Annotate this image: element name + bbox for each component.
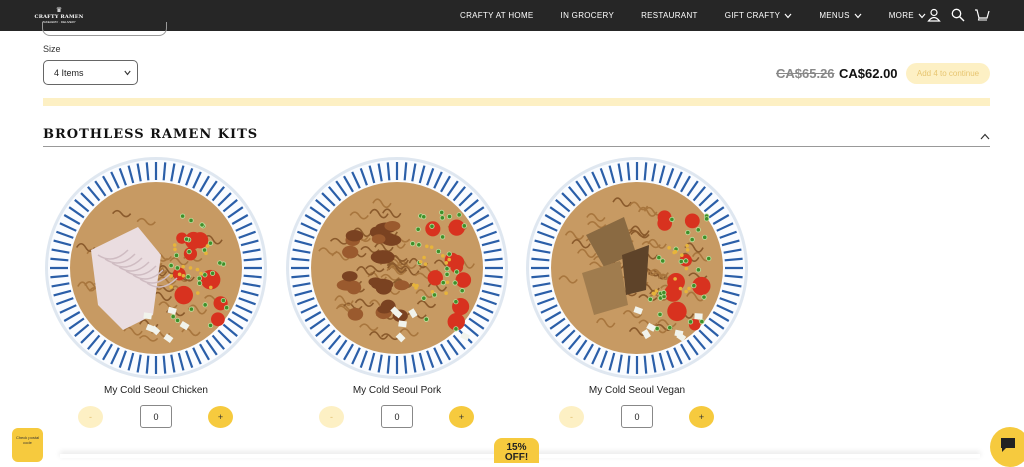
increase-button[interactable]: + [208, 406, 233, 428]
decrease-button[interactable]: - [319, 406, 344, 428]
product-name: My Cold Seoul Vegan [588, 385, 686, 396]
header-icons [926, 7, 990, 23]
add-to-continue-button[interactable]: Add 4 to continue [906, 63, 990, 84]
increase-button[interactable]: + [689, 406, 714, 428]
chat-button[interactable] [990, 427, 1024, 467]
cart-icon[interactable] [974, 7, 990, 23]
previous-field-edge [42, 22, 167, 36]
chevron-down-icon [784, 13, 792, 18]
increase-button[interactable]: + [449, 406, 474, 428]
nav-label: GIFT CRAFTY [724, 11, 781, 20]
quantity-input[interactable]: 0 [140, 405, 172, 428]
section-divider [43, 146, 990, 147]
decrease-button[interactable]: - [78, 406, 103, 428]
section-title: BROTHLESS RAMEN KITS [43, 127, 259, 142]
nav-label: MORE [888, 11, 914, 20]
nav-menus[interactable]: MENUS [819, 11, 862, 20]
crown-icon: ♛ [55, 6, 63, 14]
nav-label: CRAFTY AT HOME [460, 11, 534, 20]
chat-icon [1001, 438, 1015, 452]
chevron-down-icon [854, 13, 862, 18]
size-label: Size [43, 44, 61, 54]
main-nav: CRAFTY AT HOME IN GROCERY RESTAURANT GIF… [460, 0, 953, 31]
decrease-button[interactable]: - [559, 406, 584, 428]
nav-label: IN GROCERY [560, 11, 615, 20]
size-select[interactable]: 4 Items [43, 60, 138, 85]
ramen-bowl-image[interactable] [524, 155, 750, 381]
chevron-up-icon[interactable] [980, 133, 990, 140]
quantity-stepper: - 0 + [319, 405, 474, 428]
nav-in-grocery[interactable]: IN GROCERY [561, 11, 615, 20]
discount-tab[interactable]: 15% OFF! [494, 438, 539, 463]
nav-crafty-at-home[interactable]: CRAFTY AT HOME [460, 11, 534, 20]
original-price: CA$65.26 [776, 66, 835, 81]
notice-band [43, 98, 990, 106]
nav-restaurant[interactable]: RESTAURANT [641, 11, 698, 20]
chevron-down-icon [124, 70, 131, 76]
product-name: My Cold Seoul Chicken [104, 385, 208, 396]
nav-more[interactable]: MORE [889, 11, 926, 20]
size-select-value: 4 Items [54, 67, 84, 78]
account-icon[interactable] [926, 7, 942, 23]
ramen-bowl-image[interactable] [284, 155, 510, 381]
chevron-down-icon [918, 13, 926, 18]
check-postal-code-button[interactable]: Check postal code [12, 428, 43, 462]
search-icon[interactable] [950, 7, 966, 23]
quantity-input[interactable]: 0 [381, 405, 413, 428]
ramen-bowl-image[interactable] [43, 155, 269, 381]
quantity-input[interactable]: 0 [621, 405, 653, 428]
nav-gift-crafty[interactable]: GIFT CRAFTY [725, 11, 793, 20]
quantity-stepper: - 0 + [559, 405, 714, 428]
quantity-stepper: - 0 + [78, 405, 233, 428]
product-name: My Cold Seoul Pork [352, 385, 442, 396]
nav-label: MENUS [819, 11, 850, 20]
sale-price: CA$62.00 [839, 66, 898, 81]
nav-label: RESTAURANT [641, 11, 698, 20]
